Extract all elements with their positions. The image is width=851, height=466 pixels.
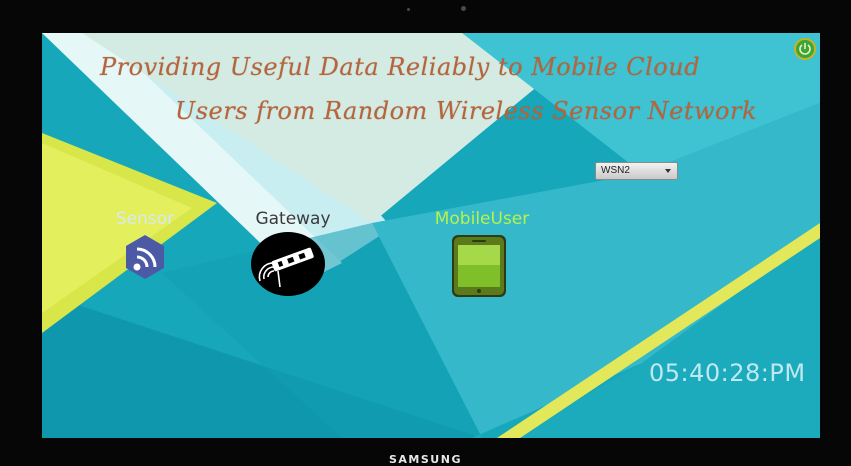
power-button[interactable] (794, 38, 816, 60)
clock-display: 05:40:28:PM (649, 359, 806, 387)
node-gateway-label: Gateway (255, 209, 331, 229)
network-select-value: WSN2 (601, 165, 630, 176)
network-select[interactable]: WSN2 (595, 162, 678, 180)
tablet-frame: Providing Useful Data Reliably to Mobile… (0, 0, 851, 466)
app-title-line-1: Providing Useful Data Reliably to Mobile… (100, 53, 701, 81)
gateway-router-icon (251, 232, 325, 296)
app-screen: Providing Useful Data Reliably to Mobile… (42, 33, 820, 438)
front-camera (461, 6, 466, 11)
node-mobileuser-label: MobileUser (434, 209, 530, 229)
node-gateway[interactable]: Gateway (245, 209, 341, 301)
chevron-down-icon (665, 169, 671, 173)
app-title-line-2: Users from Random Wireless Sensor Networ… (175, 97, 758, 125)
sensor-dot (407, 8, 410, 11)
node-sensor-label: Sensor (115, 209, 175, 229)
mobile-phone-icon (452, 235, 506, 297)
power-icon (799, 43, 811, 55)
node-sensor[interactable]: Sensor (105, 209, 185, 285)
sensor-hexagon-icon (126, 235, 164, 279)
node-mobileuser[interactable]: MobileUser (427, 209, 537, 303)
device-brand-logo: SAMSUNG (389, 453, 462, 466)
